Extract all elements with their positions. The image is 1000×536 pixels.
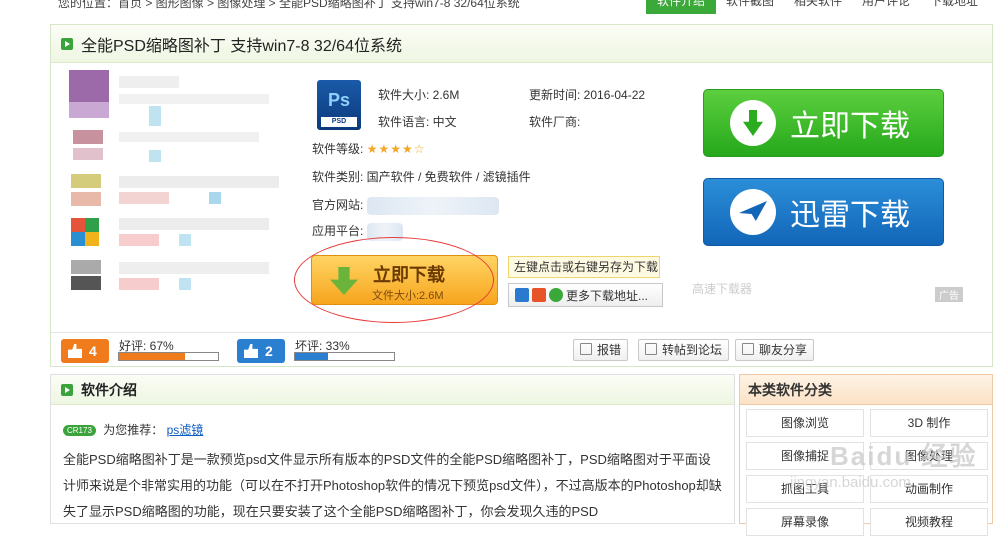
- more-downloads-label: 更多下载地址...: [566, 288, 649, 303]
- language: 软件语言: 中文: [378, 115, 457, 129]
- arrow-icon: [61, 37, 73, 50]
- tab-comments[interactable]: 用户评论: [852, 0, 920, 14]
- like-progress: [118, 352, 219, 361]
- rating-label: 软件等级:: [312, 142, 364, 156]
- category-screen-record[interactable]: 屏幕录像: [746, 508, 864, 536]
- screenshot-thumbnail[interactable]: [59, 70, 291, 310]
- category-panel: 本类软件分类 图像浏览 3D 制作 图像捕捉 图像处理 抓图工具 动画制作 屏幕…: [739, 374, 993, 536]
- tab-related[interactable]: 相关软件: [784, 0, 852, 14]
- page-title: 全能PSD缩略图补丁 支持win7-8 32/64位系统: [81, 37, 402, 55]
- tab-screenshots[interactable]: 软件截图: [716, 0, 784, 14]
- vote-bar: 4 好评: 67% 2 坏评: 33% 报错 转帖到论坛 聊友分享: [51, 332, 992, 366]
- thunder-icon: [532, 288, 546, 302]
- thunder-bird-icon: [730, 189, 776, 235]
- category-title: 本类软件分类: [740, 375, 992, 405]
- tab-bar: 软件介绍 软件截图 相关软件 用户评论 下载地址: [646, 0, 988, 14]
- category-animation[interactable]: 动画制作: [870, 475, 988, 503]
- intro-header: 软件介绍: [51, 375, 734, 405]
- thunder-download-label: 迅雷下载: [790, 199, 910, 232]
- official-site: 官方网站:: [312, 196, 499, 215]
- like-progress-fill: [119, 353, 186, 360]
- thunder-download-button[interactable]: 迅雷下载: [703, 178, 944, 246]
- breadcrumb: 您的位置：首页 > 图形图像 > 图像处理 > 全能PSD缩略图补丁 支持win…: [58, 0, 520, 10]
- arrow-icon: [61, 383, 73, 396]
- forum-share-button[interactable]: 转帖到论坛: [638, 339, 730, 361]
- intro-body: 全能PSD缩略图补丁是一款预览psd文件显示所有版本的PSD文件的全能PSD缩略…: [63, 452, 722, 519]
- download-arrow-icon: [730, 100, 776, 146]
- intro-title: 软件介绍: [81, 381, 137, 398]
- fast-downloader-link[interactable]: 高速下载器: [692, 280, 752, 297]
- friend-share-button[interactable]: 聊友分享: [735, 339, 815, 361]
- site-url-blurred[interactable]: [366, 196, 499, 215]
- like-button[interactable]: 4: [61, 339, 109, 363]
- platform-label: 应用平台:: [312, 224, 364, 238]
- ad-badge: 广告: [935, 287, 963, 302]
- star-rating-icon: ★★★★☆: [366, 142, 426, 156]
- category-screenshot-tool[interactable]: 抓图工具: [746, 475, 864, 503]
- dislike-progress-fill: [295, 353, 328, 360]
- like-count: 4: [89, 343, 97, 359]
- panel-header: 全能PSD缩略图补丁 支持win7-8 32/64位系统: [51, 25, 992, 63]
- dislike-count: 2: [265, 343, 273, 359]
- qq-icon: [549, 288, 563, 302]
- photoshop-icon: Ps PSD: [317, 80, 361, 130]
- recommend-link[interactable]: ps滤镜: [167, 423, 204, 437]
- more-downloads-button[interactable]: 更多下载地址...: [508, 283, 663, 307]
- cr173-badge: CR173: [63, 425, 96, 436]
- tab-intro[interactable]: 软件介绍: [646, 0, 716, 14]
- vendor: 软件厂商:: [529, 115, 581, 129]
- site-label: 官方网站:: [312, 198, 364, 212]
- category-image-browse[interactable]: 图像浏览: [746, 409, 864, 437]
- software-panel: 全能PSD缩略图补丁 支持win7-8 32/64位系统 Ps PSD 软件大小:…: [50, 24, 993, 367]
- software-intro: 软件介绍 CR173 为您推荐： ps滤镜 全能PSD缩略图补丁是一款预览psd…: [50, 374, 735, 524]
- update-time: 更新时间: 2016-04-22: [529, 88, 646, 102]
- rating: 软件等级: ★★★★☆: [312, 140, 425, 157]
- ie-icon: [515, 288, 529, 302]
- dislike-button[interactable]: 2: [237, 339, 285, 363]
- category: 软件类别: 国产软件 / 免费软件 / 滤镜插件: [312, 170, 531, 184]
- download-now-label: 立即下载: [790, 110, 910, 143]
- category-image-process[interactable]: 图像处理: [870, 442, 988, 470]
- recommend-label: 为您推荐：: [103, 423, 164, 437]
- report-button[interactable]: 报错: [573, 339, 629, 361]
- recommend-line: CR173 为您推荐： ps滤镜: [63, 421, 203, 438]
- category-3d[interactable]: 3D 制作: [870, 409, 988, 437]
- tab-download[interactable]: 下载地址: [920, 0, 988, 14]
- download-tip: 左键点击或右键另存为下载: [508, 256, 660, 278]
- dislike-progress: [294, 352, 395, 361]
- category-video-tutorial[interactable]: 视频教程: [870, 508, 988, 536]
- download-now-button[interactable]: 立即下载: [703, 89, 944, 157]
- file-size: 软件大小: 2.6M: [378, 88, 460, 102]
- top-navigation: 您的位置：首页 > 图形图像 > 图像处理 > 全能PSD缩略图补丁 支持win…: [0, 0, 1000, 14]
- category-capture[interactable]: 图像捕捉: [746, 442, 864, 470]
- highlight-oval: [294, 237, 494, 323]
